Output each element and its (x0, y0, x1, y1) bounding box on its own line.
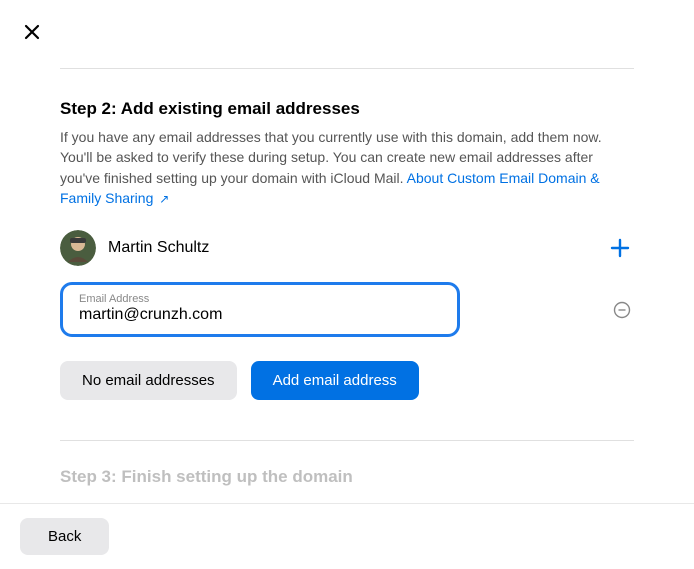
user-row: Martin Schultz (60, 230, 634, 266)
email-input[interactable] (79, 306, 441, 324)
divider (60, 440, 634, 441)
external-link-icon: ↗ (159, 192, 169, 206)
step-2-title: Step 2: Add existing email addresses (60, 99, 634, 119)
add-user-button[interactable] (606, 234, 634, 262)
avatar (60, 230, 96, 266)
avatar-image (60, 230, 96, 266)
remove-email-button[interactable] (610, 298, 634, 322)
email-input-container[interactable]: Email Address (60, 282, 460, 337)
modal-content: Step 2: Add existing email addresses If … (0, 0, 694, 503)
modal-footer: Back (0, 503, 694, 569)
back-button[interactable]: Back (20, 518, 109, 555)
close-icon (24, 24, 40, 40)
email-input-label: Email Address (79, 293, 441, 305)
divider (60, 68, 634, 69)
action-buttons: No email addresses Add email address (60, 361, 634, 400)
user-name: Martin Schultz (108, 239, 606, 257)
no-email-button[interactable]: No email addresses (60, 361, 237, 400)
custom-domain-modal: Step 2: Add existing email addresses If … (0, 0, 694, 569)
step-3-title: Step 3: Finish setting up the domain (60, 467, 634, 487)
plus-icon (609, 237, 631, 259)
add-email-button[interactable]: Add email address (251, 361, 419, 400)
close-button[interactable] (20, 20, 44, 44)
email-input-row: Email Address (60, 282, 634, 337)
minus-circle-icon (613, 301, 631, 319)
step-2-description: If you have any email addresses that you… (60, 127, 634, 208)
